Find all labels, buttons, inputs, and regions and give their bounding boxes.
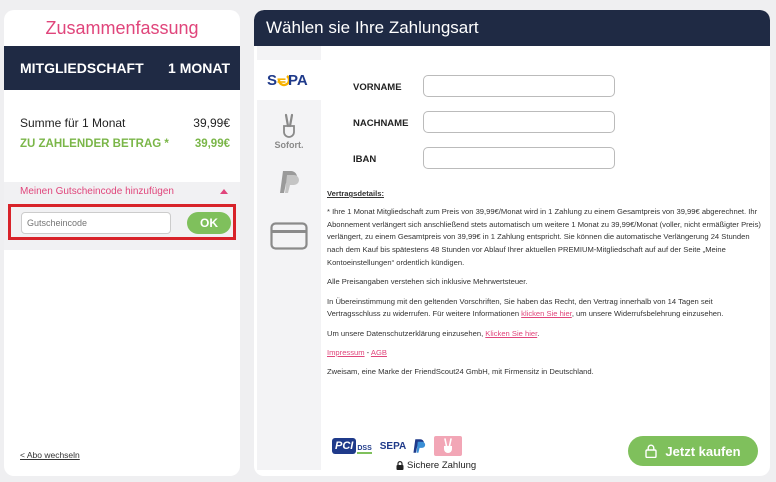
terms-paragraph-6: Zweisam, eine Marke der FriendScout24 Gm… <box>327 367 594 377</box>
sofort-hand-icon <box>283 113 295 138</box>
plan-label: MITGLIEDSCHAFT <box>20 60 144 76</box>
nachname-label: NACHNAME <box>353 118 409 129</box>
security-badges: PCI DSS SEPA <box>332 435 463 457</box>
payment-panel: Wählen sie Ihre Zahlungsart S PA Sofort. <box>254 10 770 476</box>
total-row: ZU ZAHLENDER BETRAG * 39,99€ <box>4 138 240 150</box>
sofort-label: Sofort. <box>274 139 304 150</box>
sum-row: Summe für 1 Monat 39,99€ <box>4 116 240 130</box>
coupon-highlight-box: OK <box>8 204 236 240</box>
buy-now-label[interactable]: Jetzt kaufen <box>665 444 740 459</box>
caret-up-icon[interactable] <box>220 189 228 194</box>
lock-icon <box>396 461 404 470</box>
iban-label: IBAN <box>353 154 377 165</box>
terms-paragraph-4: Um unsere Datenschutzerklärung einzusehe… <box>327 328 761 341</box>
terms-paragraph-3: In Übereinstimmung mit den geltenden Vor… <box>327 296 761 322</box>
svg-text:S: S <box>267 72 277 88</box>
sepa-badge: SEPA <box>379 440 407 452</box>
dss-text: DSS <box>357 445 372 454</box>
terms-p4-text-a: Um unsere Datenschutzerklärung einzusehe… <box>327 328 486 338</box>
terms-paragraph-1: * Ihre 1 Monat Mitgliedschaft zum Preis … <box>327 206 761 267</box>
payment-title: Wählen sie Ihre Zahlungsart <box>254 10 770 46</box>
total-value: 39,99€ <box>194 138 230 150</box>
coupon-toggle-link[interactable]: Meinen Gutscheincode hinzufügen <box>20 186 174 197</box>
payment-method-card[interactable] <box>257 218 321 254</box>
payment-method-sepa[interactable]: S PA <box>257 60 321 100</box>
legal-links: Impressum - AGB <box>327 347 761 360</box>
privacy-policy-link[interactable]: Klicken Sie hier <box>485 329 537 338</box>
total-label: ZU ZAHLENDER BETRAG * <box>20 138 169 150</box>
impressum-link[interactable]: Impressum <box>327 348 365 357</box>
terms-heading: Vertragsdetails: <box>327 189 384 198</box>
lock-icon <box>645 444 658 458</box>
withdrawal-info-link[interactable]: klicken Sie hier <box>521 309 572 318</box>
change-subscription-link[interactable]: < Abo wechseln <box>20 450 80 460</box>
summary-title: Zusammenfassung <box>45 18 199 38</box>
buy-now-button[interactable]: Jetzt kaufen <box>628 436 758 466</box>
paypal-icon <box>280 171 299 193</box>
payment-method-list: S PA Sofort. <box>257 46 321 470</box>
coupon-section: Meinen Gutscheincode hinzufügen OK <box>4 182 240 250</box>
sepa-icon: S PA <box>267 72 308 88</box>
payment-method-sofort[interactable]: Sofort. <box>257 108 321 154</box>
order-summary-panel: Zusammenfassung MITGLIEDSCHAFT 1 MONAT S… <box>4 10 240 476</box>
credit-card-icon <box>270 222 308 250</box>
vorname-label: VORNAME <box>353 82 402 93</box>
sum-label: Summe für 1 Monat <box>20 116 126 130</box>
sofort-badge-icon <box>434 436 463 456</box>
secure-payment: Sichere Zahlung <box>396 460 476 471</box>
paypal-badge-icon <box>413 439 426 453</box>
coupon-code-input[interactable] <box>21 212 171 234</box>
contract-details: Vertragsdetails: * Ihre 1 Monat Mitglied… <box>327 188 761 386</box>
svg-text:PA: PA <box>288 72 308 88</box>
plan-duration: 1 MONAT <box>168 60 230 76</box>
pci-text: PCI <box>332 438 357 454</box>
terms-p3-text-b: , um unsere Widerrufsbelehrung einzusehe… <box>571 309 724 319</box>
payment-method-paypal[interactable] <box>257 164 321 200</box>
coupon-ok-button[interactable]: OK <box>187 212 231 234</box>
pci-dss-badge: PCI DSS <box>332 438 372 454</box>
terms-paragraph-2: Alle Preisangaben verstehen sich inklusi… <box>327 277 528 287</box>
nachname-input[interactable] <box>423 111 615 133</box>
plan-bar: MITGLIEDSCHAFT 1 MONAT <box>4 46 240 90</box>
agb-link[interactable]: AGB <box>371 348 387 357</box>
vorname-input[interactable] <box>423 75 615 97</box>
secure-payment-label: Sichere Zahlung <box>407 460 477 471</box>
sum-value: 39,99€ <box>193 116 230 130</box>
terms-p4-text-b: . <box>537 328 540 338</box>
iban-input[interactable] <box>423 147 615 169</box>
